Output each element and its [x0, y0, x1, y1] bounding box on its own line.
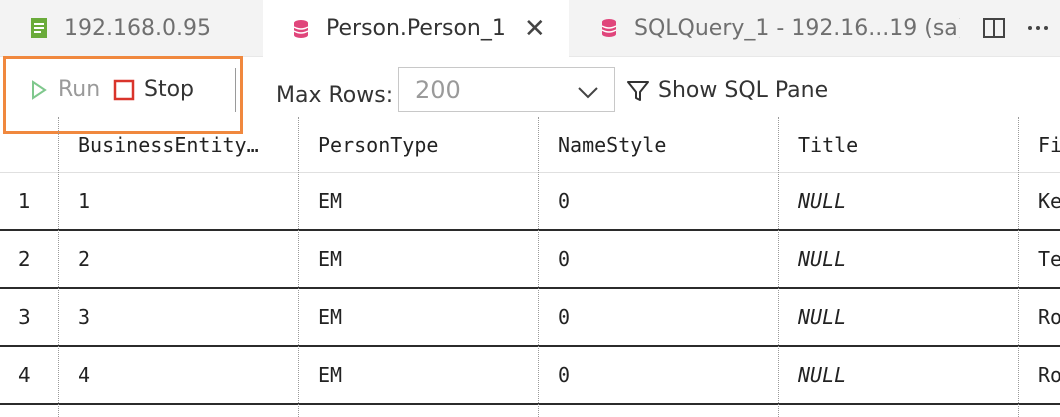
table-row[interactable]: 3 3 EM 0 NULL Ro — [0, 289, 1060, 347]
table-cell[interactable]: 2 — [78, 231, 90, 287]
column-divider — [58, 117, 59, 417]
table-cell[interactable]: NULL — [798, 231, 846, 287]
table-cell[interactable]: 3 — [78, 289, 90, 345]
table-cell[interactable]: 0 — [558, 173, 570, 229]
column-divider — [298, 117, 299, 417]
stop-button[interactable]: Stop — [113, 77, 194, 102]
show-sql-pane-button[interactable]: Show SQL Pane — [626, 78, 828, 103]
table-cell[interactable]: EM — [318, 231, 342, 287]
stop-icon — [113, 79, 135, 100]
show-sql-label: Show SQL Pane — [658, 78, 829, 103]
table-cell[interactable]: 0 — [558, 231, 570, 287]
column-header[interactable]: NameStyle — [558, 117, 768, 172]
column-header[interactable]: Title — [798, 117, 1008, 172]
run-icon — [32, 79, 47, 100]
tab-bar: 192.168.0.95 Person.Person_1 ✕ SQLQuery_… — [0, 0, 1060, 57]
column-header[interactable]: Fi — [1038, 117, 1060, 172]
tab-label: Person.Person_1 — [326, 16, 506, 41]
table-row[interactable]: 2 2 EM 0 NULL Te — [0, 231, 1060, 289]
database-icon — [290, 18, 312, 40]
table-cell[interactable]: EM — [318, 173, 342, 229]
row-number: 2 — [18, 247, 31, 271]
column-header[interactable]: PersonType — [318, 117, 528, 172]
row-number: 3 — [18, 305, 31, 329]
table-cell[interactable]: NULL — [798, 173, 846, 229]
table-cell[interactable]: 0 — [558, 347, 570, 403]
tab-label: 192.168.0.95 — [64, 15, 211, 41]
toolbar-separator — [235, 68, 236, 112]
column-divider — [1018, 117, 1019, 417]
header-row: BusinessEntity… PersonType NameStyle Tit… — [0, 117, 1060, 173]
table-cell[interactable]: Ro — [1038, 347, 1060, 403]
column-header[interactable]: BusinessEntity… — [78, 117, 288, 172]
table-cell[interactable]: Ke — [1038, 173, 1060, 229]
table-cell[interactable]: NULL — [798, 347, 846, 403]
column-divider — [778, 117, 779, 417]
table-row[interactable]: 1 1 EM 0 NULL Ke — [0, 173, 1060, 231]
split-editor-icon[interactable] — [982, 16, 1006, 40]
run-button[interactable]: Run — [30, 77, 100, 102]
row-number: 1 — [18, 189, 31, 213]
more-actions-icon[interactable] — [1026, 16, 1050, 40]
table-cell[interactable]: NULL — [798, 289, 846, 345]
run-label: Run — [58, 77, 101, 102]
tab-server[interactable]: 192.168.0.95 — [0, 0, 262, 56]
table-cell[interactable]: 0 — [558, 289, 570, 345]
table-cell[interactable]: 4 — [78, 347, 90, 403]
chevron-down-icon — [576, 80, 600, 108]
tab-sql-query[interactable]: SQLQuery_1 - 192.16...19 (sa) — [570, 0, 960, 56]
tab-person-person[interactable]: Person.Person_1 ✕ — [263, 0, 569, 57]
filter-icon — [627, 80, 649, 101]
database-icon — [598, 17, 620, 39]
stop-label: Stop — [144, 77, 195, 102]
table-cell[interactable]: EM — [318, 347, 342, 403]
close-icon[interactable]: ✕ — [524, 16, 546, 42]
row-number: 4 — [18, 363, 31, 387]
query-file-icon — [28, 17, 50, 39]
max-rows-select[interactable]: 200 — [398, 67, 615, 112]
table-cell[interactable]: Ro — [1038, 289, 1060, 345]
tab-label: SQLQuery_1 - 192.16...19 (sa) — [634, 15, 960, 41]
table-row[interactable]: 4 4 EM 0 NULL Ro — [0, 347, 1060, 405]
column-divider — [538, 117, 539, 417]
tab-actions — [982, 0, 1060, 56]
table-cell[interactable]: 1 — [78, 173, 90, 229]
table-cell[interactable]: Te — [1038, 231, 1060, 287]
max-rows-label: Max Rows: — [276, 83, 394, 108]
max-rows-value: 200 — [415, 75, 461, 104]
table-cell[interactable]: EM — [318, 289, 342, 345]
